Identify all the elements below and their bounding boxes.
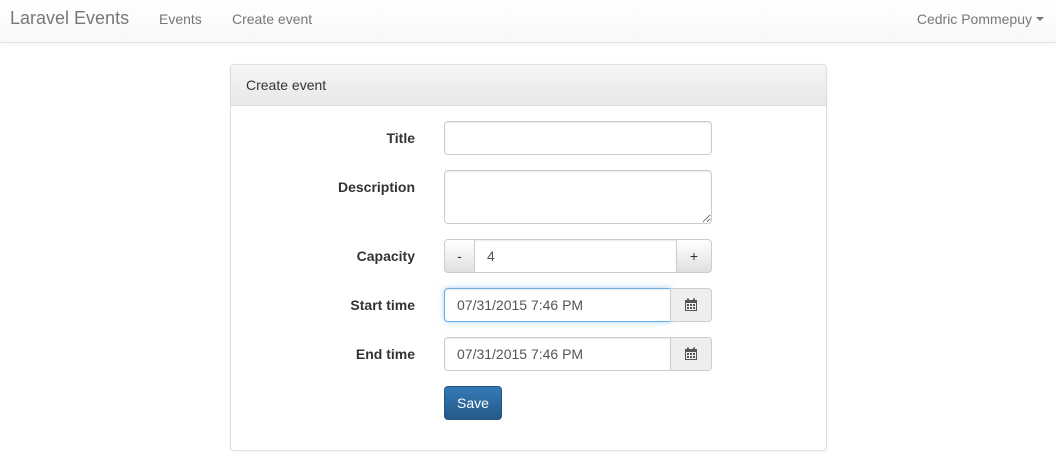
capacity-increment-button[interactable]: +	[676, 239, 712, 273]
start-time-label: Start time	[350, 297, 415, 313]
brand-link[interactable]: Laravel Events	[10, 8, 129, 29]
capacity-decrement-button[interactable]: -	[444, 239, 475, 273]
navbar: Laravel Events Events Create event Cedri…	[0, 0, 1056, 43]
caret-down-icon[interactable]	[1036, 17, 1044, 21]
nav-create-event-link[interactable]: Create event	[232, 11, 312, 27]
save-button[interactable]: Save	[444, 386, 502, 420]
start-time-input[interactable]	[444, 288, 671, 322]
calendar-icon	[685, 347, 697, 360]
nav-events-link[interactable]: Events	[159, 11, 202, 27]
description-textarea[interactable]	[444, 170, 712, 224]
end-time-calendar-button[interactable]	[670, 337, 712, 371]
start-time-calendar-button[interactable]	[670, 288, 712, 322]
end-time-label: End time	[355, 346, 415, 362]
panel-heading: Create event	[231, 65, 826, 106]
capacity-input[interactable]	[474, 239, 677, 273]
end-time-input[interactable]	[444, 337, 671, 371]
title-input[interactable]	[444, 121, 712, 155]
capacity-label: Capacity	[356, 248, 415, 264]
description-label: Description	[337, 179, 415, 195]
create-event-panel: Create event Title Description Capacity …	[230, 64, 827, 451]
title-label: Title	[386, 130, 415, 146]
user-menu-toggle[interactable]: Cedric Pommepuy	[917, 11, 1032, 27]
calendar-icon	[685, 298, 697, 311]
